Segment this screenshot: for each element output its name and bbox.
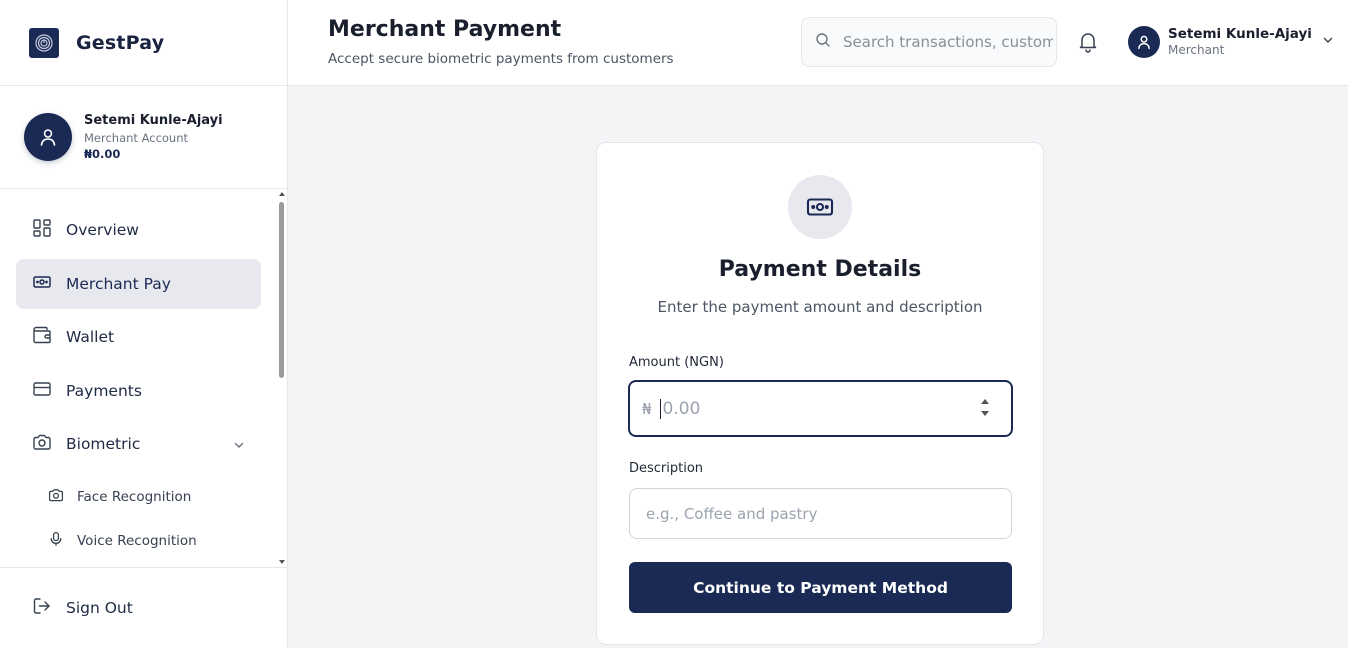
user-icon <box>1128 26 1160 58</box>
banknote-icon <box>788 175 852 239</box>
brand[interactable]: GestPay <box>0 0 287 86</box>
card-subtitle: Enter the payment amount and description <box>657 298 983 316</box>
sidebar-nav: Overview Merchant Pay Wallet Payments Bi… <box>0 190 287 566</box>
sidebar-item-label: Biometric <box>66 435 141 453</box>
banknote-icon <box>32 272 52 296</box>
wallet-icon <box>32 325 52 349</box>
continue-to-payment-method-button[interactable]: Continue to Payment Method <box>629 562 1012 613</box>
sidebar-item-label: Payments <box>66 382 142 400</box>
amount-field[interactable]: ₦ <box>628 380 1013 437</box>
description-field[interactable] <box>629 488 1012 539</box>
logout-icon <box>32 596 52 620</box>
microphone-icon <box>48 531 64 551</box>
profile-balance: ₦0.00 <box>84 147 121 162</box>
chevron-down-icon <box>233 436 245 455</box>
search-icon <box>815 32 831 52</box>
user-menu[interactable]: Setemi Kunle-Ajayi Merchant <box>1128 25 1334 59</box>
sidebar-scrollbar[interactable] <box>277 190 287 566</box>
sidebar-item-biometric[interactable]: Biometric <box>16 419 261 469</box>
sidebar-subitem-label: Face Recognition <box>77 489 192 505</box>
sidebar: GestPay Setemi Kunle-Ajayi Merchant Acco… <box>0 0 288 648</box>
amount-stepper[interactable] <box>981 399 991 419</box>
grid-icon <box>32 218 52 242</box>
card-title: Payment Details <box>718 257 922 282</box>
user-icon <box>24 113 72 161</box>
amount-input[interactable] <box>659 398 960 419</box>
page-title: Merchant Payment <box>328 17 562 42</box>
camera-icon <box>32 432 52 456</box>
sidebar-item-label: Merchant Pay <box>66 275 171 293</box>
amount-label: Amount (NGN) <box>629 355 724 370</box>
sidebar-item-label: Overview <box>66 221 139 239</box>
description-label: Description <box>629 461 704 476</box>
scroll-down-arrow-icon[interactable] <box>279 560 285 564</box>
profile-card: Setemi Kunle-Ajayi Merchant Account ₦0.0… <box>0 86 287 189</box>
chevron-down-icon <box>1322 31 1334 50</box>
sidebar-item-overview[interactable]: Overview <box>16 205 261 255</box>
sidebar-item-wallet[interactable]: Wallet <box>16 312 261 362</box>
stepper-down-icon[interactable] <box>981 411 989 416</box>
stepper-up-icon[interactable] <box>981 399 989 404</box>
currency-symbol: ₦ <box>642 399 652 418</box>
user-name: Setemi Kunle-Ajayi <box>1168 26 1312 43</box>
user-role: Merchant <box>1168 43 1225 58</box>
bell-icon[interactable] <box>1078 31 1098 57</box>
scroll-thumb[interactable] <box>279 202 284 378</box>
search-bar[interactable] <box>801 17 1057 67</box>
description-input[interactable] <box>646 504 996 523</box>
sidebar-item-payments[interactable]: Payments <box>16 366 261 416</box>
sidebar-item-label: Wallet <box>66 328 115 346</box>
profile-name: Setemi Kunle-Ajayi <box>84 112 223 128</box>
sidebar-subitem-label: Voice Recognition <box>77 533 197 549</box>
credit-card-icon <box>32 379 52 403</box>
payment-details-card: Payment Details Enter the payment amount… <box>596 142 1044 645</box>
profile-role: Merchant Account <box>84 130 189 145</box>
sidebar-item-merchant-pay[interactable]: Merchant Pay <box>16 259 261 309</box>
page-subtitle: Accept secure biometric payments from cu… <box>328 51 674 67</box>
sign-out-button[interactable]: Sign Out <box>0 567 287 648</box>
scroll-up-arrow-icon[interactable] <box>279 192 285 196</box>
sidebar-subitem-face-recognition[interactable]: Face Recognition <box>48 479 258 515</box>
fingerprint-icon <box>29 27 59 58</box>
brand-name: GestPay <box>76 31 165 54</box>
top-header: Merchant Payment Accept secure biometric… <box>288 0 1348 86</box>
sign-out-label: Sign Out <box>66 599 133 617</box>
sidebar-subitem-voice-recognition[interactable]: Voice Recognition <box>48 523 258 559</box>
search-input[interactable] <box>843 33 1053 51</box>
camera-icon <box>48 487 64 507</box>
